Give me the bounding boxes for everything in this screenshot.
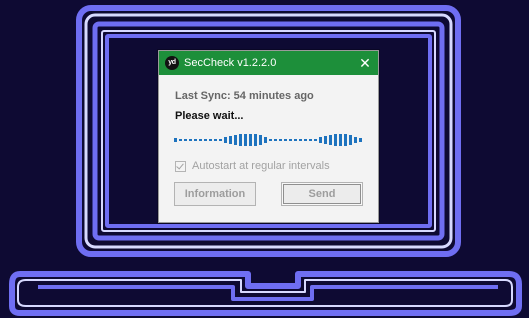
- autostart-label: Autostart at regular intervals: [192, 160, 330, 172]
- seccheck-dialog: yd SecCheck v1.2.2.0 ✕ Last Sync: 54 min…: [158, 50, 379, 223]
- send-button[interactable]: Send: [281, 182, 363, 206]
- window-title: SecCheck v1.2.2.0: [184, 57, 277, 69]
- close-button[interactable]: ✕: [357, 55, 373, 71]
- please-wait-message: Please wait...: [175, 110, 244, 122]
- information-button-label: Information: [184, 188, 246, 200]
- app-logo-icon: yd: [165, 56, 179, 70]
- information-button[interactable]: Information: [174, 182, 256, 206]
- autostart-checkbox[interactable]: [175, 160, 186, 172]
- autostart-option[interactable]: Autostart at regular intervals: [175, 159, 330, 173]
- title-bar: yd SecCheck v1.2.2.0 ✕: [159, 51, 378, 75]
- send-button-label: Send: [308, 188, 336, 200]
- busy-progress-indicator: [174, 134, 362, 146]
- last-sync-status: Last Sync: 54 minutes ago: [175, 90, 314, 102]
- close-icon: ✕: [359, 55, 371, 71]
